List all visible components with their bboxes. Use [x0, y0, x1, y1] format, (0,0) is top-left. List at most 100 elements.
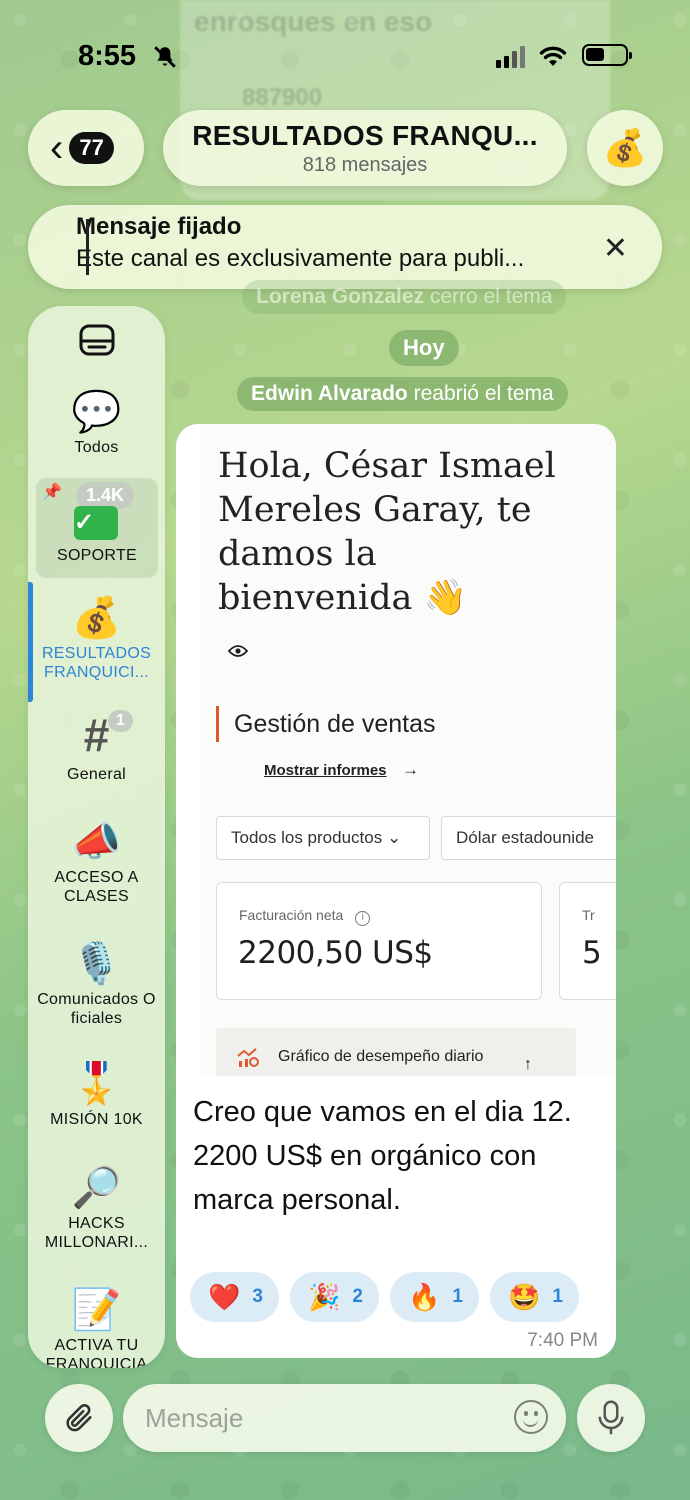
party-popper-icon: 🎉 [308, 1282, 341, 1312]
chat-title: RESULTADOS FRANQU... [192, 120, 538, 151]
money-bag-icon: 💰 [602, 127, 648, 168]
section-accent [216, 706, 219, 742]
sidebar-item-todos[interactable]: 💬 Todos [28, 390, 165, 457]
unread-count-badge: 77 [69, 132, 114, 164]
wifi-icon [539, 46, 567, 66]
chat-title-button[interactable]: RESULTADOS FRANQU... 818 mensajes [163, 110, 567, 186]
chevron-down-icon: ⌄ [386, 828, 402, 847]
sidebar-item-hacks[interactable]: 🔎 HACKS MILLONARI... [28, 1166, 165, 1252]
heart-icon: ❤️ [208, 1282, 241, 1312]
fire-icon: 🔥 [408, 1282, 441, 1312]
net-revenue-card: Facturación neta i 2200,50 US$ [216, 882, 542, 1000]
emoji-sticker-icon[interactable] [514, 1400, 548, 1434]
sidebar-item-label: MISIÓN 10K [50, 1111, 143, 1128]
products-dropdown: Todos los productos ⌄ [216, 816, 430, 860]
currency-dropdown-label: Dólar estadounide [456, 828, 594, 847]
sidebar-item-label: Todos [74, 439, 119, 456]
sidebar-item-label: HACKS MILLONARI... [44, 1215, 149, 1251]
info-icon: i [355, 911, 371, 926]
memo-icon: 📝 [71, 1288, 122, 1332]
sidebar-item-resultados[interactable]: 💰 RESULTADOS FRANQUICI... [28, 596, 165, 682]
sidebar-item-label: ACTIVA TU FRANQUICIA [45, 1337, 148, 1368]
unread-badge: 1.4K [76, 482, 135, 509]
chat-avatar-button[interactable]: 💰 [587, 110, 663, 186]
message-time: 7:40 PM [527, 1330, 598, 1351]
message-input[interactable]: Mensaje [123, 1384, 566, 1452]
status-bar: 8:55 [0, 38, 690, 78]
screenshot-greeting: Hola, César Ismael Mereles Garay, te dam… [218, 446, 556, 618]
message-input-placeholder: Mensaje [145, 1403, 244, 1433]
reactions-row: ❤️ 3 🎉 2 🔥 1 🤩 1 [190, 1272, 579, 1322]
message-line-2: 2200 US$ en orgánico con marca personal. [193, 1140, 537, 1216]
sidebar-item-label: SOPORTE [56, 547, 138, 564]
chevron-left-icon: ‹ [50, 126, 64, 170]
sidebar-item-activa[interactable]: 📝 ACTIVA TU FRANQUICIA [28, 1288, 165, 1368]
reaction-heart[interactable]: ❤️ 3 [190, 1272, 279, 1322]
graph-label: Gráfico de desempeño diario [278, 1048, 484, 1065]
money-bag-icon: 💰 [71, 596, 122, 640]
sidebar-item-general[interactable]: # 1 General [28, 710, 165, 784]
show-reports-link: Mostrar informes [264, 762, 387, 779]
paperclip-icon [66, 1404, 92, 1432]
pinned-text: Este canal es exclusivamente para publi.… [76, 245, 525, 272]
star-struck-icon: 🤩 [508, 1282, 541, 1312]
reaction-count: 3 [252, 1286, 263, 1307]
net-revenue-label-row: Facturación neta i [239, 907, 371, 926]
list-layout-icon [79, 324, 114, 356]
reaction-fire[interactable]: 🔥 1 [390, 1272, 479, 1322]
back-button[interactable]: ‹ 77 [28, 110, 144, 186]
attached-screenshot[interactable]: Hola, César Ismael Mereles Garay, te dam… [200, 424, 616, 1076]
sidebar-item-label: ACCESO A CLASES [54, 869, 139, 905]
ghost-text-2: 887900 [242, 84, 323, 111]
close-icon[interactable]: ✕ [603, 231, 628, 266]
second-metric-label: Tr [582, 907, 595, 923]
megaphone-icon: 📣 [71, 820, 122, 864]
unread-badge: 1 [108, 710, 133, 732]
eye-icon [227, 642, 249, 663]
service-topic-closed: Lorena Gonzalez cerro el tema [242, 280, 567, 314]
screenshot-section-title: Gestión de ventas [234, 710, 436, 738]
voice-record-button[interactable] [577, 1384, 645, 1452]
arrow-up-icon: ↑ [524, 1056, 532, 1073]
service-closed-action: cerro el tema [429, 285, 553, 308]
topics-list-toggle[interactable] [28, 324, 165, 361]
date-separator: Hoy [389, 330, 459, 366]
service-closed-name: Lorena Gonzalez [256, 285, 425, 308]
pinned-label: Mensaje fijado [76, 213, 242, 240]
reaction-party[interactable]: 🎉 2 [290, 1272, 379, 1322]
microphone-icon: 🎙️ [71, 942, 122, 986]
bell-muted-icon [154, 46, 176, 68]
second-metric-value: 5 [582, 935, 602, 971]
sidebar-item-mision-10k[interactable]: 🎖️ MISIÓN 10K [28, 1062, 165, 1129]
message-bubble[interactable]: Hola, César Ismael Mereles Garay, te dam… [176, 424, 616, 1358]
topics-sidebar: 💬 Todos 📌 1.4K ✓ SOPORTE 💰 RESULTADOS FR… [28, 306, 165, 1368]
pinned-message-bar[interactable]: Mensaje fijado Este canal es exclusivame… [28, 205, 662, 289]
sidebar-item-comunicados[interactable]: 🎙️ Comunicados Oficiales [28, 942, 165, 1028]
products-dropdown-label: Todos los productos [231, 828, 383, 847]
sidebar-item-acceso-clases[interactable]: 📣 ACCESO A CLASES [28, 820, 165, 906]
battery-icon [582, 44, 632, 66]
pinned-indicator [86, 219, 89, 275]
check-mark-icon: ✓ [74, 506, 118, 540]
speech-bubbles-icon: 💬 [71, 390, 122, 434]
sidebar-item-soporte[interactable]: 📌 1.4K ✓ SOPORTE [36, 478, 158, 578]
service-reopened-action: reabrió el tema [413, 382, 554, 405]
reaction-count: 1 [452, 1286, 463, 1307]
ghost-text-1: enrosques en eso [194, 6, 433, 37]
sidebar-item-label: General [66, 765, 127, 783]
daily-performance-graph: Gráfico de desempeño diario ↑ [216, 1028, 576, 1076]
pin-icon: 📌 [42, 484, 62, 501]
attach-button[interactable] [45, 1384, 113, 1452]
currency-dropdown: Dólar estadounide [441, 816, 616, 860]
hash-icon: # [83, 709, 110, 761]
medal-icon: 🎖️ [71, 1062, 122, 1106]
magnifier-icon: 🔎 [71, 1166, 122, 1210]
chat-subtitle: 818 mensajes [302, 154, 428, 176]
reaction-star-struck[interactable]: 🤩 1 [490, 1272, 579, 1322]
sidebar-item-label: RESULTADOS FRANQUICI... [41, 645, 152, 681]
net-revenue-label: Facturación neta [239, 907, 344, 923]
message-text: Creo que vamos en el dia 12. 2200 US$ en… [193, 1090, 603, 1222]
net-revenue-value: 2200,50 US$ [238, 935, 433, 971]
service-reopened-name: Edwin Alvarado [251, 382, 408, 405]
arrow-right-icon: → [402, 760, 419, 779]
